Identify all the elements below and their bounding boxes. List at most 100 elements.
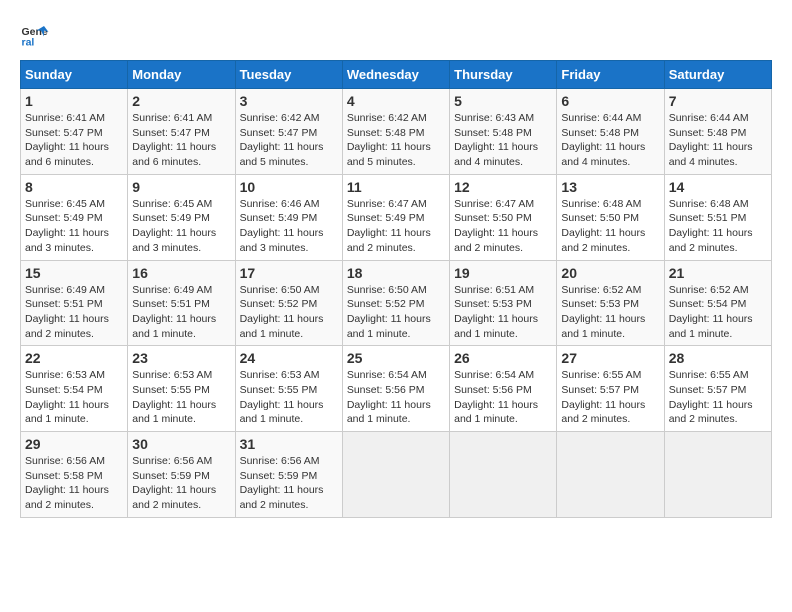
day-number: 23 xyxy=(132,350,230,366)
day-of-week-header: Sunday xyxy=(21,61,128,89)
calendar-day-cell: 30Sunrise: 6:56 AMSunset: 5:59 PMDayligh… xyxy=(128,432,235,518)
day-number: 30 xyxy=(132,436,230,452)
day-number: 31 xyxy=(240,436,338,452)
calendar-day-cell: 6 Sunrise: 6:44 AMSunset: 5:48 PMDaylight… xyxy=(557,89,664,175)
day-of-week-header: Monday xyxy=(128,61,235,89)
day-number: 16 xyxy=(132,265,230,281)
calendar-day-cell: 9 Sunrise: 6:45 AMSunset: 5:49 PMDaylight… xyxy=(128,174,235,260)
day-number: 7 xyxy=(669,93,767,109)
calendar-day-cell xyxy=(664,432,771,518)
calendar-day-cell: 2 Sunrise: 6:41 AMSunset: 5:47 PMDaylight… xyxy=(128,89,235,175)
calendar-day-cell: 22 Sunrise: 6:53 AMSunset: 5:54 PMDayligh… xyxy=(21,346,128,432)
day-info: Sunrise: 6:54 AMSunset: 5:56 PMDaylight:… xyxy=(347,368,445,427)
day-number: 19 xyxy=(454,265,552,281)
calendar-day-cell: 19 Sunrise: 6:51 AMSunset: 5:53 PMDayligh… xyxy=(450,260,557,346)
day-info: Sunrise: 6:48 AMSunset: 5:50 PMDaylight:… xyxy=(561,197,659,256)
day-of-week-header: Friday xyxy=(557,61,664,89)
calendar-day-cell: 20 Sunrise: 6:52 AMSunset: 5:53 PMDayligh… xyxy=(557,260,664,346)
calendar-day-cell: 12 Sunrise: 6:47 AMSunset: 5:50 PMDayligh… xyxy=(450,174,557,260)
day-info: Sunrise: 6:45 AMSunset: 5:49 PMDaylight:… xyxy=(25,197,123,256)
day-number: 6 xyxy=(561,93,659,109)
day-info: Sunrise: 6:45 AMSunset: 5:49 PMDaylight:… xyxy=(132,197,230,256)
calendar-day-cell: 15Sunrise: 6:49 AMSunset: 5:51 PMDayligh… xyxy=(21,260,128,346)
calendar-day-cell: 21Sunrise: 6:52 AMSunset: 5:54 PMDayligh… xyxy=(664,260,771,346)
day-info: Sunrise: 6:50 AMSunset: 5:52 PMDaylight:… xyxy=(240,283,338,342)
day-info: Sunrise: 6:52 AMSunset: 5:53 PMDaylight:… xyxy=(561,283,659,342)
calendar-week-row: 15 Sunrise: 6:49 AMSunset: 5:51 PMDayligh… xyxy=(21,260,772,346)
calendar-day-cell: 24 Sunrise: 6:53 AMSunset: 5:55 PMDayligh… xyxy=(235,346,342,432)
day-number: 15 xyxy=(25,265,123,281)
day-number: 3 xyxy=(240,93,338,109)
calendar-body: 1 Sunrise: 6:41 AMSunset: 5:47 PMDaylight… xyxy=(21,89,772,518)
day-number: 9 xyxy=(132,179,230,195)
calendar-week-row: 1 Sunrise: 6:41 AMSunset: 5:47 PMDaylight… xyxy=(21,89,772,175)
calendar-day-cell: 7 Sunrise: 6:44 AMSunset: 5:48 PMDaylight… xyxy=(664,89,771,175)
day-info: Sunrise: 6:48 AMSunset: 5:51 PMDaylight:… xyxy=(669,197,767,256)
day-number: 2 xyxy=(132,93,230,109)
day-info: Sunrise: 6:43 AMSunset: 5:48 PMDaylight:… xyxy=(454,111,552,170)
day-info: Sunrise: 6:44 AMSunset: 5:48 PMDaylight:… xyxy=(561,111,659,170)
day-number: 18 xyxy=(347,265,445,281)
calendar-day-cell: 31 Sunrise: 6:56 AMSunset: 5:59 PMDayligh… xyxy=(235,432,342,518)
calendar-day-cell: 10 Sunrise: 6:46 AMSunset: 5:49 PMDayligh… xyxy=(235,174,342,260)
day-info: Sunrise: 6:49 AMSunset: 5:51 PMDaylight:… xyxy=(132,283,230,342)
day-info: Sunrise: 6:56 AMSunset: 5:59 PMDaylight:… xyxy=(240,454,338,513)
day-info: Sunrise: 6:51 AMSunset: 5:53 PMDaylight:… xyxy=(454,283,552,342)
day-info: Sunrise: 6:53 AMSunset: 5:55 PMDaylight:… xyxy=(240,368,338,427)
day-number: 12 xyxy=(454,179,552,195)
calendar-day-cell: 23 Sunrise: 6:53 AMSunset: 5:55 PMDayligh… xyxy=(128,346,235,432)
day-info: Sunrise: 6:42 AMSunset: 5:48 PMDaylight:… xyxy=(347,111,445,170)
calendar-day-cell: 27Sunrise: 6:55 AMSunset: 5:57 PMDayligh… xyxy=(557,346,664,432)
calendar-day-cell: 11 Sunrise: 6:47 AMSunset: 5:49 PMDayligh… xyxy=(342,174,449,260)
calendar-day-cell: 29Sunrise: 6:56 AMSunset: 5:58 PMDayligh… xyxy=(21,432,128,518)
day-info: Sunrise: 6:42 AMSunset: 5:47 PMDaylight:… xyxy=(240,111,338,170)
header-row: SundayMondayTuesdayWednesdayThursdayFrid… xyxy=(21,61,772,89)
day-info: Sunrise: 6:55 AMSunset: 5:57 PMDaylight:… xyxy=(561,368,659,427)
calendar-day-cell: 18 Sunrise: 6:50 AMSunset: 5:52 PMDayligh… xyxy=(342,260,449,346)
calendar-day-cell: 3 Sunrise: 6:42 AMSunset: 5:47 PMDaylight… xyxy=(235,89,342,175)
calendar-day-cell xyxy=(450,432,557,518)
day-number: 22 xyxy=(25,350,123,366)
calendar-day-cell: 4 Sunrise: 6:42 AMSunset: 5:48 PMDaylight… xyxy=(342,89,449,175)
day-info: Sunrise: 6:50 AMSunset: 5:52 PMDaylight:… xyxy=(347,283,445,342)
day-number: 20 xyxy=(561,265,659,281)
calendar-day-cell: 1Sunrise: 6:41 AMSunset: 5:47 PMDaylight… xyxy=(21,89,128,175)
calendar-header: SundayMondayTuesdayWednesdayThursdayFrid… xyxy=(21,61,772,89)
day-number: 13 xyxy=(561,179,659,195)
day-info: Sunrise: 6:54 AMSunset: 5:56 PMDaylight:… xyxy=(454,368,552,427)
day-of-week-header: Tuesday xyxy=(235,61,342,89)
day-number: 24 xyxy=(240,350,338,366)
day-of-week-header: Thursday xyxy=(450,61,557,89)
day-info: Sunrise: 6:46 AMSunset: 5:49 PMDaylight:… xyxy=(240,197,338,256)
day-number: 17 xyxy=(240,265,338,281)
day-of-week-header: Wednesday xyxy=(342,61,449,89)
day-number: 1 xyxy=(25,93,123,109)
day-info: Sunrise: 6:44 AMSunset: 5:48 PMDaylight:… xyxy=(669,111,767,170)
day-info: Sunrise: 6:47 AMSunset: 5:50 PMDaylight:… xyxy=(454,197,552,256)
day-number: 4 xyxy=(347,93,445,109)
calendar-day-cell: 17 Sunrise: 6:50 AMSunset: 5:52 PMDayligh… xyxy=(235,260,342,346)
day-number: 28 xyxy=(669,350,767,366)
day-number: 8 xyxy=(25,179,123,195)
logo: Gene ral xyxy=(20,20,54,50)
day-info: Sunrise: 6:53 AMSunset: 5:55 PMDaylight:… xyxy=(132,368,230,427)
day-number: 5 xyxy=(454,93,552,109)
day-info: Sunrise: 6:41 AMSunset: 5:47 PMDaylight:… xyxy=(132,111,230,170)
day-number: 11 xyxy=(347,179,445,195)
day-number: 29 xyxy=(25,436,123,452)
calendar-day-cell: 5 Sunrise: 6:43 AMSunset: 5:48 PMDaylight… xyxy=(450,89,557,175)
calendar-week-row: 8 Sunrise: 6:45 AMSunset: 5:49 PMDaylight… xyxy=(21,174,772,260)
day-number: 10 xyxy=(240,179,338,195)
day-number: 25 xyxy=(347,350,445,366)
day-number: 26 xyxy=(454,350,552,366)
calendar-day-cell: 28Sunrise: 6:55 AMSunset: 5:57 PMDayligh… xyxy=(664,346,771,432)
page-header: Gene ral xyxy=(20,20,772,50)
svg-text:ral: ral xyxy=(22,37,35,49)
day-of-week-header: Saturday xyxy=(664,61,771,89)
calendar-week-row: 29Sunrise: 6:56 AMSunset: 5:58 PMDayligh… xyxy=(21,432,772,518)
day-info: Sunrise: 6:47 AMSunset: 5:49 PMDaylight:… xyxy=(347,197,445,256)
calendar-table: SundayMondayTuesdayWednesdayThursdayFrid… xyxy=(20,60,772,518)
calendar-day-cell: 25 Sunrise: 6:54 AMSunset: 5:56 PMDayligh… xyxy=(342,346,449,432)
day-number: 21 xyxy=(669,265,767,281)
day-info: Sunrise: 6:53 AMSunset: 5:54 PMDaylight:… xyxy=(25,368,123,427)
